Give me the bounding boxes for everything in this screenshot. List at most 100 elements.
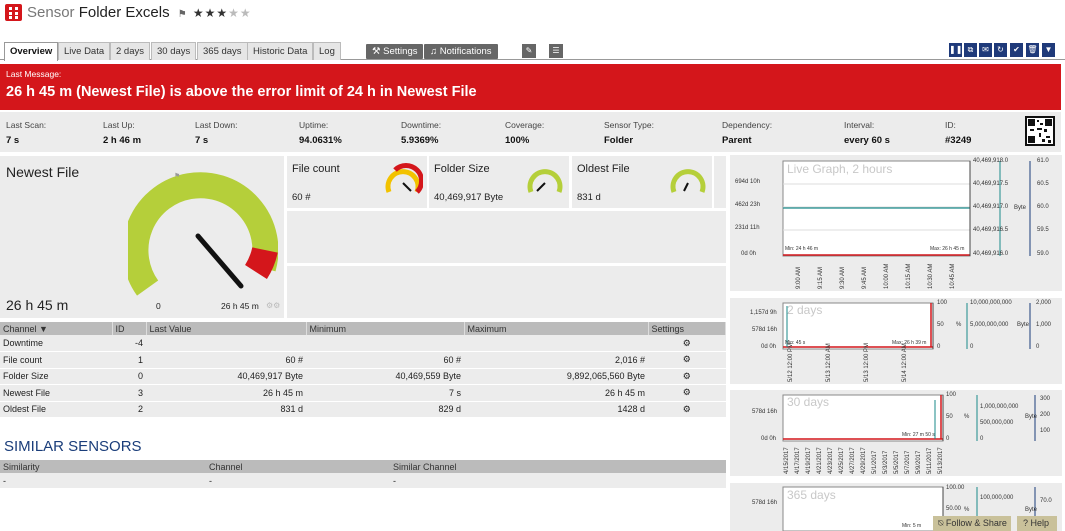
gauge-folder-size: Folder Size 40,469,917 Byte [429, 156, 569, 208]
stat-uptime: Uptime: 94.0631% [299, 120, 342, 146]
email-icon[interactable]: ✉ [979, 43, 992, 57]
gauge-oldest-file-value: 831 d [577, 192, 601, 203]
gauge-max-label: 26 h 45 m [221, 301, 259, 311]
gauge-newest-file-title: Newest File [6, 164, 80, 180]
title-bar: Sensor Folder Excels ⚑ ★★★★★ [0, 0, 1065, 28]
qr-code[interactable] [1025, 116, 1055, 146]
stat-interval: Interval: every 60 s [844, 120, 890, 146]
tab-live-data[interactable]: Live Data [58, 42, 111, 60]
gauge-min-label: 0 [156, 301, 161, 311]
col-channel[interactable]: Channel [206, 460, 390, 473]
page-title: Sensor Folder Excels ⚑ ★★★★★ [27, 4, 252, 21]
gauge-oldest-file: Oldest File 831 d [572, 156, 712, 208]
graph-live-2-hours[interactable]: Live Graph, 2 hours 694d 10h 462d 23h 23… [730, 155, 1062, 291]
folder-size-gauge-dial [527, 169, 563, 193]
notifications-button[interactable]: ♫ Notifications [424, 44, 498, 59]
stat-id: ID: #3249 [945, 120, 972, 146]
refresh-icon[interactable]: ↻ [994, 43, 1007, 57]
newest-file-gauge-dial: ⚑ [128, 172, 278, 296]
gauge-settings-icon[interactable]: ⚙⚙ [266, 301, 280, 310]
svg-text:⚑: ⚑ [174, 172, 180, 180]
similar-sensors-table: Similarity Channel Similar Channel --- [0, 460, 726, 488]
graph-30-days[interactable]: 30 days 578d 16h 0d 0h 100 50 0 1,000,00… [730, 390, 1062, 476]
graph-title: Live Graph, 2 hours [787, 162, 893, 176]
gauge-newest-file: Newest File ⚑ 26 h 45 m 0 26 h 45 m ⚙⚙ [0, 156, 284, 318]
col-minimum[interactable]: Minimum [306, 322, 465, 335]
file-count-gauge-dial [385, 162, 423, 194]
wrench-icon: ⚒ [372, 46, 384, 57]
empty-gauge-slot [287, 266, 726, 318]
notes-icon[interactable]: ☰ [549, 44, 563, 58]
tab-365-days[interactable]: 365 days [197, 42, 248, 60]
gauge-folder-size-title: Folder Size [434, 163, 490, 175]
more-menu-icon[interactable]: ▼ [1042, 43, 1055, 57]
sensor-stats-bar: Last Scan: 7 s Last Up: 2 h 46 m Last Down… [0, 112, 1061, 152]
col-settings: Settings [648, 322, 726, 335]
table-row[interactable]: Oldest File 2 831 d 829 d 1428 d ⚙ [0, 401, 726, 418]
flag-icon[interactable]: ⚑ [178, 9, 187, 20]
col-id[interactable]: ID [112, 322, 147, 335]
graph-title: 30 days [787, 395, 830, 409]
gauge-newest-file-value: 26 h 45 m [6, 297, 69, 313]
table-row[interactable]: Downtime -4 ⚙ [0, 335, 726, 352]
clone-icon[interactable]: ⧉ [964, 43, 977, 57]
follow-share-button[interactable]: ⍉ Follow & Share [933, 516, 1011, 531]
sensor-status-icon [5, 4, 22, 21]
rss-icon: ⍉ [938, 518, 946, 528]
stat-downtime: Downtime: 5.9369% [401, 120, 442, 146]
col-similar-channel[interactable]: Similar Channel [390, 460, 726, 473]
error-message-box: Last Message: 26 h 45 m (Newest File) is… [0, 64, 1061, 110]
tab-overview[interactable]: Overview [4, 42, 59, 61]
tab-2-days[interactable]: 2 days [110, 42, 150, 60]
stat-last-scan: Last Scan: 7 s [6, 120, 47, 146]
stat-coverage: Coverage: 100% [505, 120, 545, 146]
graph-title: 365 days [787, 488, 836, 502]
gauge-file-count-value: 60 # [292, 192, 311, 203]
col-channel[interactable]: Channel ▼ [0, 322, 113, 335]
pause-icon[interactable]: ❚❚ [949, 43, 962, 57]
title-name: Folder Excels [78, 4, 170, 21]
graph-365-days[interactable]: 365 days 578d 16h 100.00 50.00 100,000,0… [730, 483, 1062, 531]
priority-stars[interactable]: ★★★★★ [193, 6, 252, 20]
settings-button[interactable]: ⚒ Settings [366, 44, 424, 59]
year-plot [782, 486, 1036, 531]
gear-icon[interactable]: ⚙ [648, 384, 726, 402]
channels-table: Channel ▼ ID Last Value Minimum Maximum … [0, 322, 726, 418]
table-row[interactable]: Newest File 3 26 h 45 m7 s 26 h 45 m ⚙ [0, 384, 726, 402]
question-icon: ? [1023, 518, 1031, 528]
gauge-placeholder [714, 156, 726, 208]
stat-dependency[interactable]: Dependency: Parent [722, 120, 772, 146]
col-similarity[interactable]: Similarity [0, 460, 206, 473]
graph-2-days[interactable]: 2 days 1,157d 9h 578d 16h 0d 0h 100 50 0… [730, 298, 1062, 384]
live-graph-plot [782, 160, 1031, 257]
channels-table-header: Channel ▼ ID Last Value Minimum Maximum … [0, 322, 726, 335]
stat-sensor-type: Sensor Type: Folder [604, 120, 654, 146]
stat-last-down: Last Down: 7 s [195, 120, 238, 146]
tab-log[interactable]: Log [313, 42, 341, 60]
gear-icon[interactable]: ⚙ [648, 368, 726, 385]
comment-icon[interactable]: ✎ [522, 44, 536, 58]
table-row[interactable]: Folder Size 0 40,469,917 Byte 40,469,559 By… [0, 368, 726, 385]
tab-historic-data[interactable]: Historic Data [247, 42, 314, 60]
col-last-value[interactable]: Last Value [146, 322, 307, 335]
gear-icon[interactable]: ⚙ [648, 351, 726, 369]
gauge-file-count-title: File count [292, 163, 340, 175]
empty-gauge-slot [287, 211, 726, 263]
gear-icon[interactable]: ⚙ [648, 335, 726, 352]
delete-icon[interactable]: 🗑 [1026, 43, 1039, 57]
help-button[interactable]: ? Help [1017, 516, 1057, 531]
stat-last-up: Last Up: 2 h 46 m [103, 120, 142, 146]
gauge-folder-size-value: 40,469,917 Byte [434, 192, 504, 203]
similar-sensors-heading: SIMILAR SENSORS [4, 438, 142, 455]
title-prefix: Sensor [27, 4, 75, 21]
check-icon[interactable]: ✔ [1010, 43, 1023, 57]
gear-icon[interactable]: ⚙ [648, 401, 726, 418]
tab-30-days[interactable]: 30 days [151, 42, 197, 60]
graph-title: 2 days [787, 303, 823, 317]
bell-icon: ♫ [430, 46, 440, 57]
last-message-text: 26 h 45 m (Newest File) is above the err… [6, 84, 477, 100]
table-row: --- [0, 473, 726, 488]
col-maximum[interactable]: Maximum [464, 322, 649, 335]
gauge-file-count: File count 60 # [287, 156, 427, 208]
table-row[interactable]: File count 1 60 #60 #2,016 # ⚙ [0, 351, 726, 369]
